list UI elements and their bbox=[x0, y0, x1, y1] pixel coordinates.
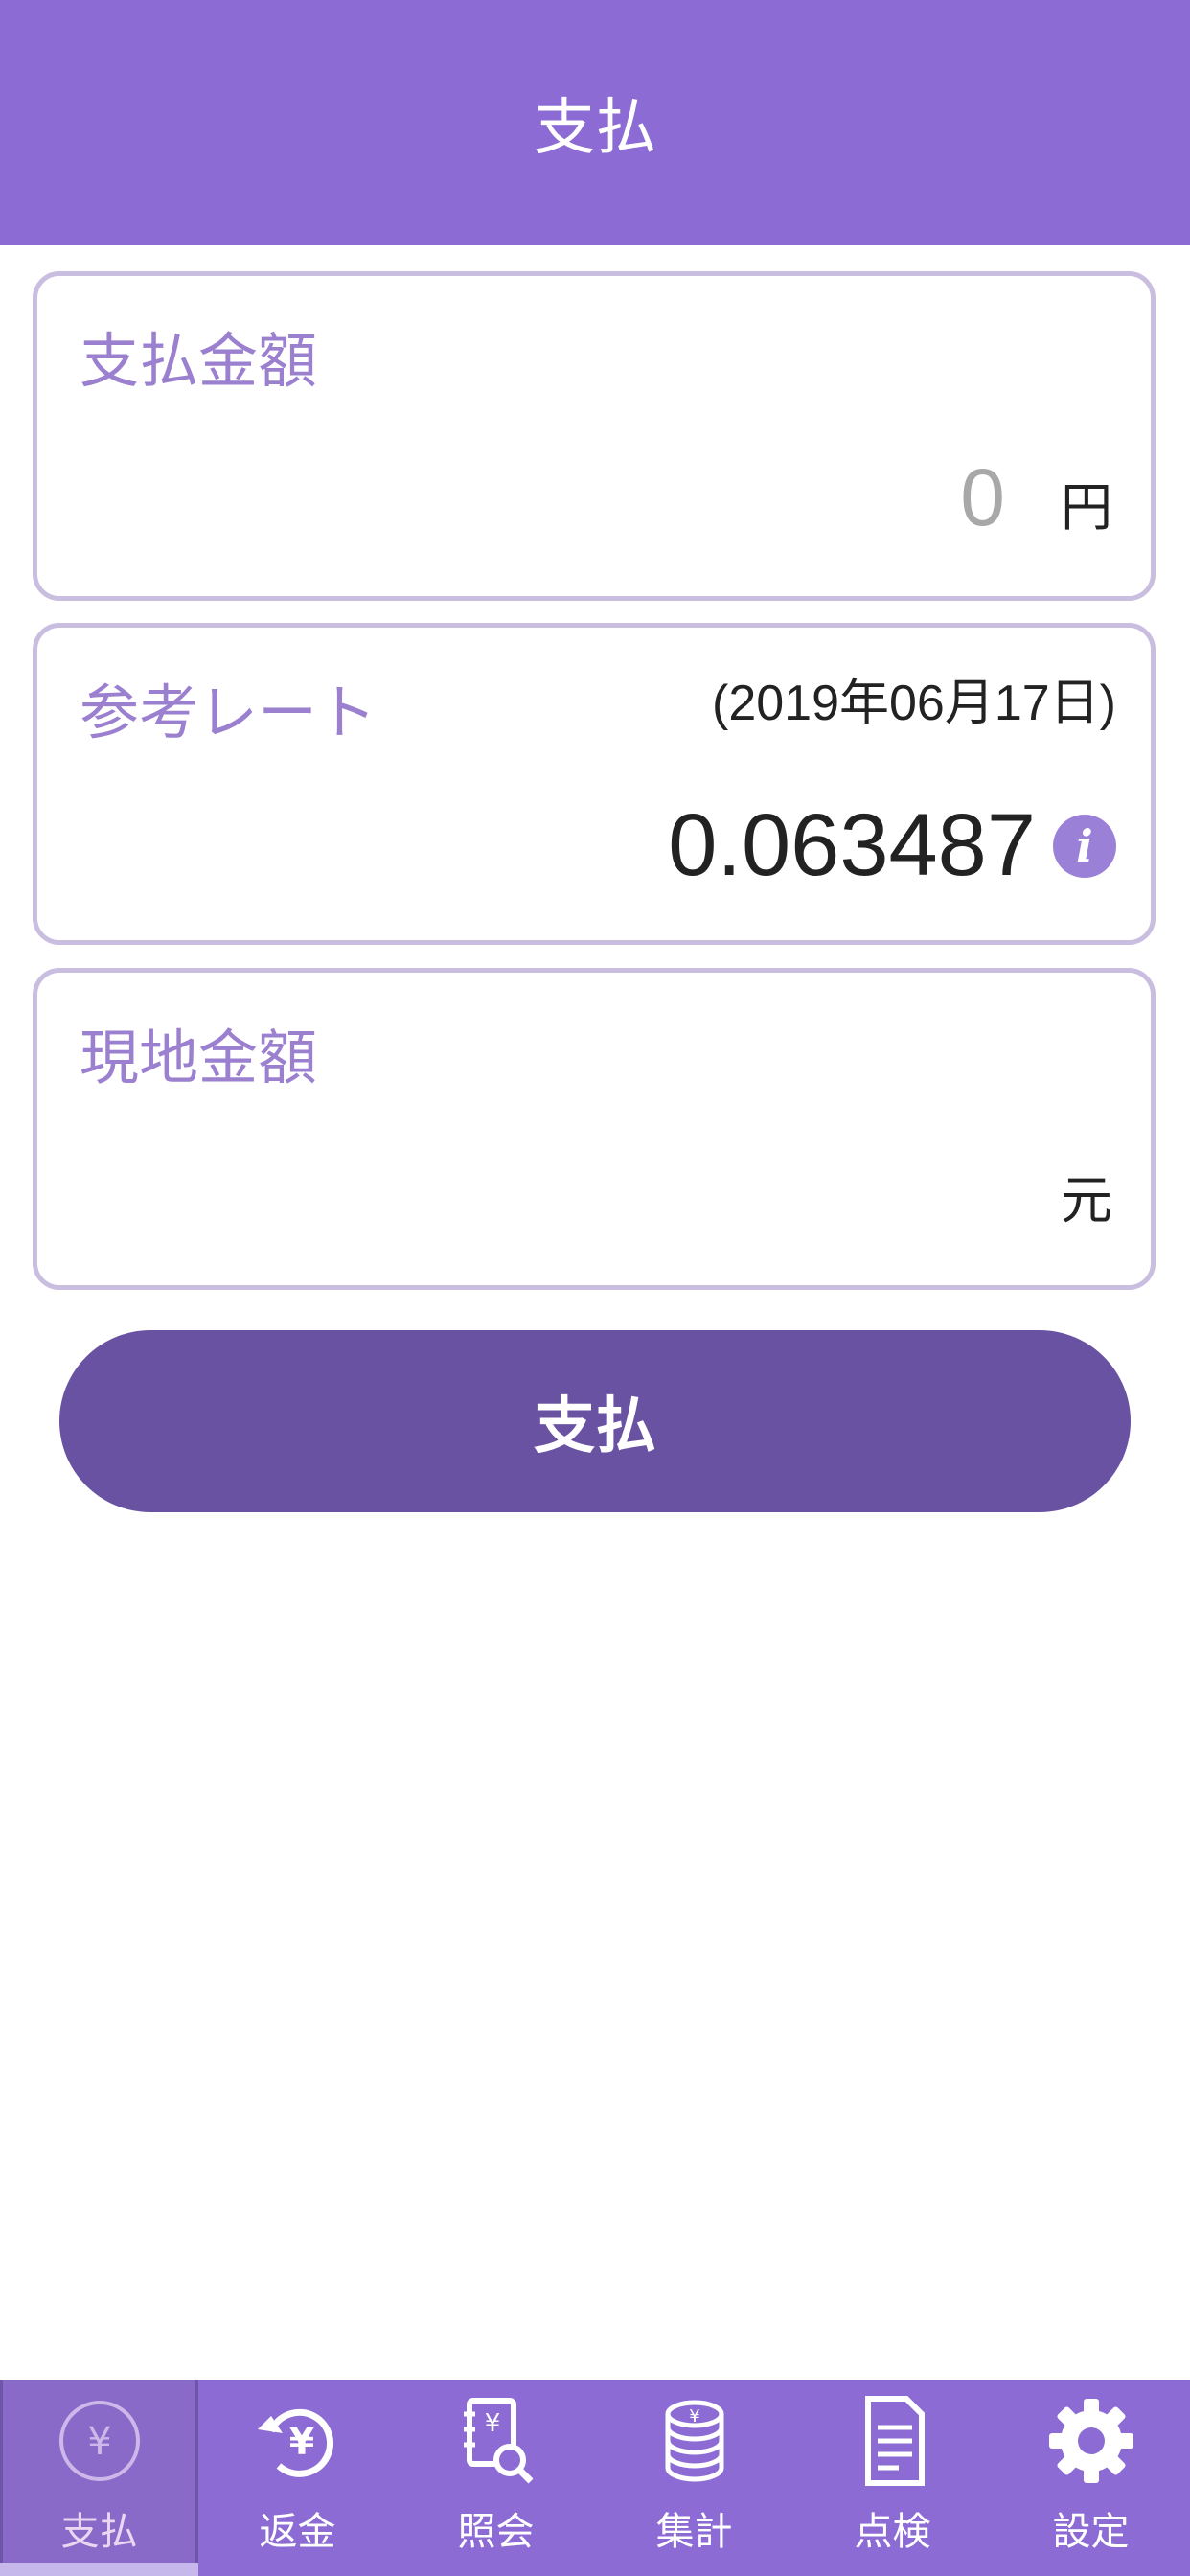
tab-inquiry-label: 照会 bbox=[457, 2510, 535, 2554]
yen-circle-icon: ¥ bbox=[58, 2401, 140, 2481]
tab-payment-label: 支払 bbox=[60, 2510, 138, 2554]
reference-rate-value: 0.063487 bbox=[668, 796, 1036, 894]
reference-rate-card: 参考レート (2019年06月17日) 0.063487 i bbox=[33, 623, 1156, 945]
tab-payment[interactable]: ¥ 支払 bbox=[0, 2380, 198, 2576]
inquiry-ledger-icon: ¥ bbox=[463, 2398, 533, 2484]
payment-amount-unit: 円 bbox=[1061, 477, 1112, 538]
svg-text:¥: ¥ bbox=[288, 2421, 313, 2463]
document-check-icon bbox=[864, 2396, 925, 2486]
gear-icon bbox=[1048, 2399, 1133, 2483]
pay-button[interactable]: 支払 bbox=[59, 1330, 1131, 1512]
svg-text:¥: ¥ bbox=[87, 2420, 111, 2464]
tab-refund-label: 返金 bbox=[259, 2510, 336, 2554]
header-bar: 支払 bbox=[0, 0, 1190, 245]
tab-check[interactable]: 点検 bbox=[793, 2380, 992, 2576]
refund-yen-icon: ¥ bbox=[257, 2408, 333, 2477]
local-amount-unit: 元 bbox=[1061, 1170, 1112, 1230]
svg-text:¥: ¥ bbox=[689, 2406, 699, 2426]
local-amount-card[interactable]: 現地金額 元 bbox=[33, 968, 1156, 1290]
reference-rate-date: (2019年06月17日) bbox=[712, 676, 1116, 731]
tab-inquiry[interactable]: ¥ 照会 bbox=[397, 2380, 595, 2576]
tab-summary-label: 集計 bbox=[655, 2510, 733, 2554]
coin-stack-icon: ¥ bbox=[665, 2400, 723, 2482]
tab-settings[interactable]: 設定 bbox=[992, 2380, 1190, 2576]
bottom-tab-bar: ¥ 支払 ¥ 返金 ¥ 照会 ¥ 集計 点検 設定 bbox=[0, 2380, 1190, 2576]
svg-text:¥: ¥ bbox=[484, 2409, 500, 2438]
local-amount-label: 現地金額 bbox=[80, 1023, 318, 1092]
payment-amount-label: 支払金額 bbox=[80, 326, 318, 396]
info-icon[interactable]: i bbox=[1053, 814, 1116, 878]
reference-rate-label: 参考レート bbox=[80, 678, 378, 748]
payment-amount-card[interactable]: 支払金額 0 円 bbox=[33, 271, 1156, 601]
page-title: 支払 bbox=[534, 93, 656, 164]
tab-refund[interactable]: ¥ 返金 bbox=[198, 2380, 397, 2576]
tab-check-label: 点検 bbox=[854, 2510, 931, 2554]
payment-amount-value[interactable]: 0 bbox=[960, 451, 1005, 544]
tab-settings-label: 設定 bbox=[1052, 2510, 1130, 2554]
tab-summary[interactable]: ¥ 集計 bbox=[595, 2380, 793, 2576]
